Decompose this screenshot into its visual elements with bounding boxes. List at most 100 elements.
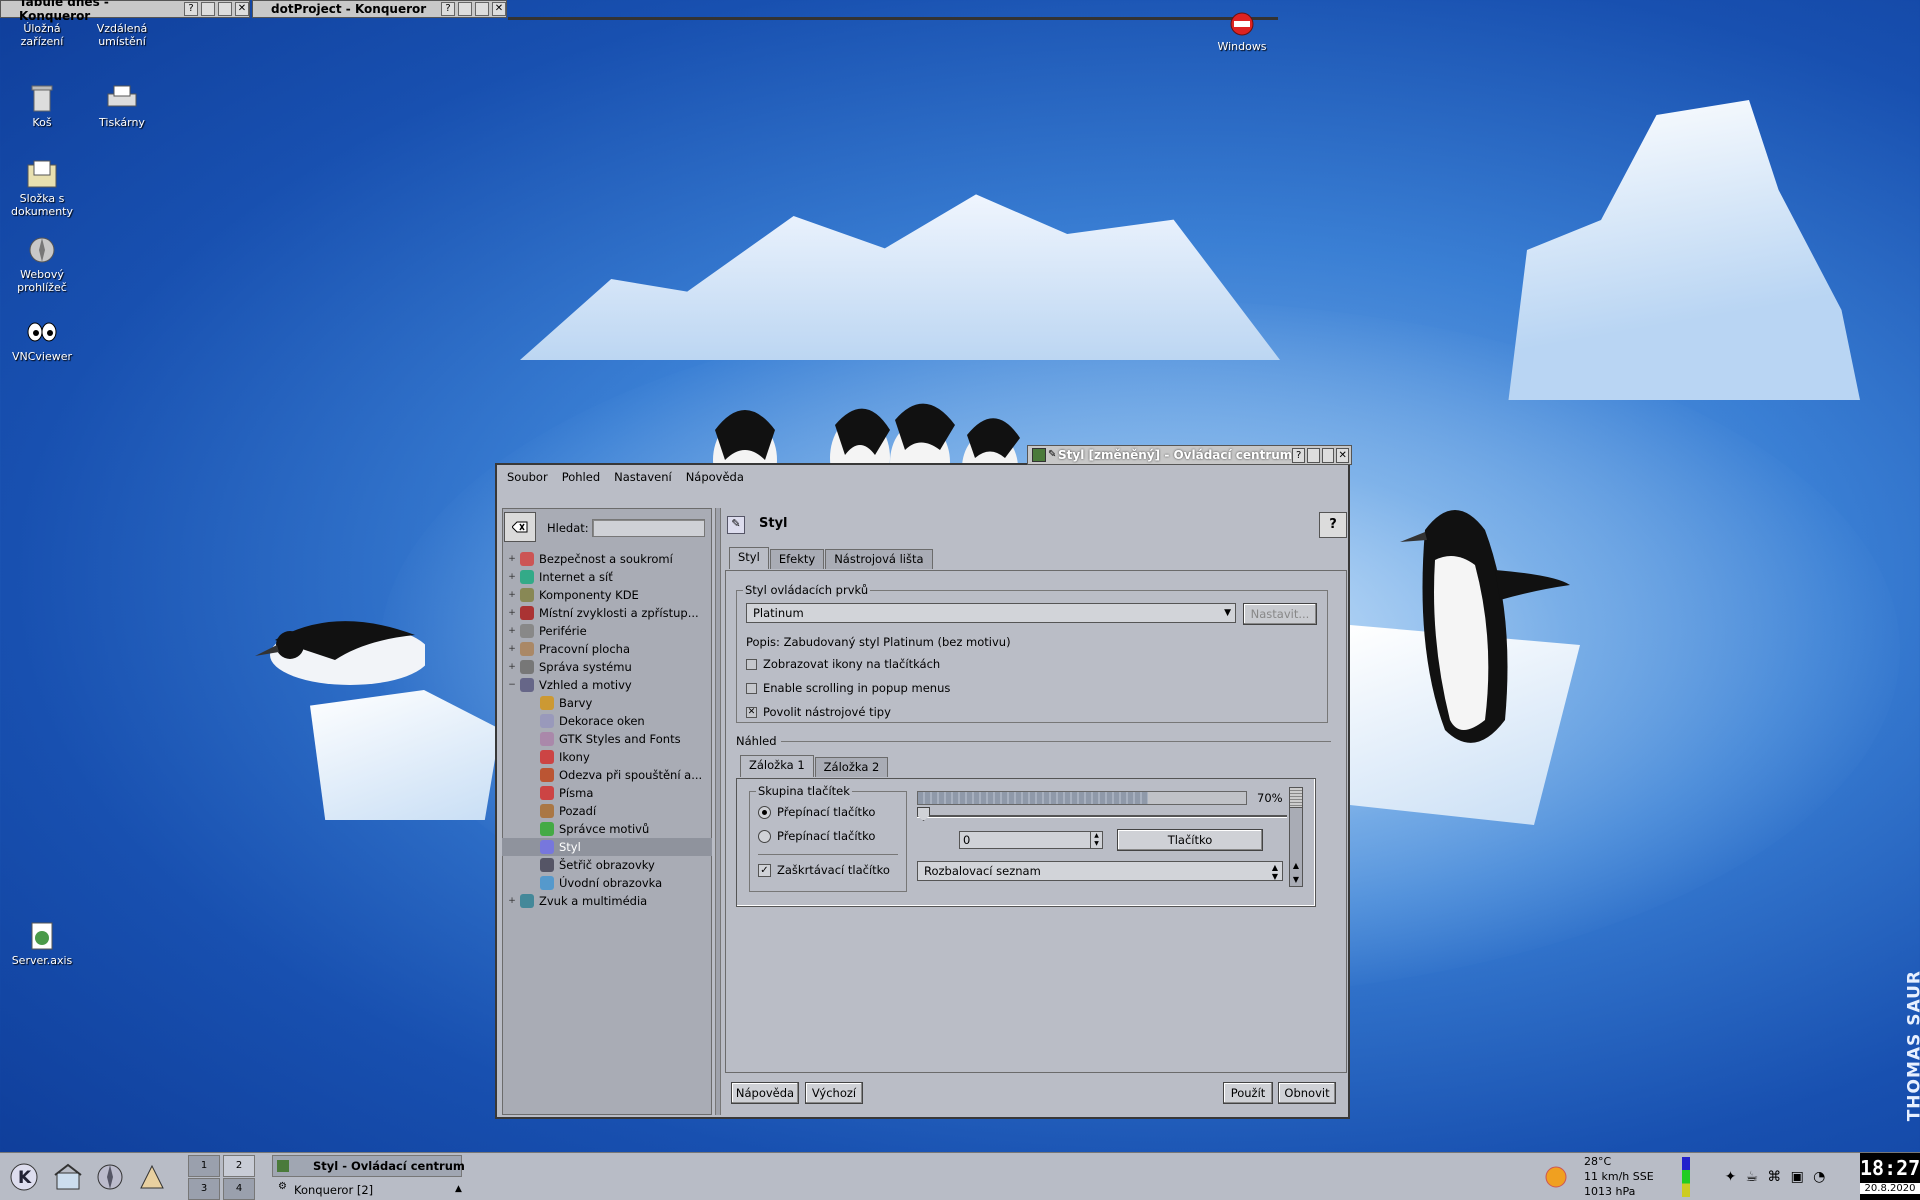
checkbox-tooltips[interactable]: ✕ Povolit nástrojové tipy (746, 705, 891, 719)
slider-track[interactable] (917, 815, 1287, 818)
preview-combo[interactable]: Rozbalovací seznam ▲ ▼ (917, 861, 1283, 881)
tab-nastrojova-lista[interactable]: Nástrojová lišta (825, 549, 933, 569)
preview-tab-1[interactable]: Záložka 1 (740, 755, 814, 777)
preview-scrollbar[interactable]: ▲ ▼ (1289, 787, 1303, 887)
preview-push-button[interactable]: Tlačítko (1117, 829, 1263, 851)
desktop-icon-storage[interactable]: Úložná zařízení (0, 10, 84, 48)
apply-button[interactable]: Použít (1223, 1082, 1273, 1104)
chevron-up-icon[interactable]: ▲ (455, 1184, 462, 1194)
tree-item[interactable]: Správce motivů (502, 820, 712, 838)
configure-style-button[interactable]: Nastavit... (1243, 603, 1317, 625)
desktop-icon-printers[interactable]: Tiskárny (80, 82, 164, 129)
help-icon[interactable]: ? (1292, 447, 1305, 463)
tree-item[interactable]: + Místní zvyklosti a zpřístup... (502, 604, 712, 622)
maximize-icon[interactable] (475, 2, 489, 16)
desktop-icon-remote[interactable]: Vzdálená umístění (80, 10, 164, 48)
preview-checkbox[interactable]: ✓ Zaškrtávací tlačítko (758, 863, 890, 877)
radio-1[interactable]: Přepínací tlačítko (758, 805, 875, 819)
expand-icon[interactable]: − (507, 680, 517, 690)
tree-item[interactable]: Šetřič obrazovky (502, 856, 712, 874)
menu-pohled[interactable]: Pohled (555, 470, 607, 484)
expand-icon[interactable]: + (507, 644, 517, 654)
defaults-button[interactable]: Výchozí (805, 1082, 863, 1104)
tray-star-icon[interactable]: ✦ (1725, 1169, 1737, 1185)
pin-icon[interactable]: ✎ (1048, 449, 1056, 460)
checkbox-box[interactable] (746, 682, 757, 694)
checkbox-box[interactable]: ✕ (746, 706, 757, 718)
tree-item[interactable]: Styl (502, 838, 712, 856)
help-icon[interactable]: ? (184, 2, 198, 16)
checkbox-box[interactable]: ✓ (758, 863, 771, 877)
checkbox-scroll-popup[interactable]: Enable scrolling in popup menus (746, 681, 950, 695)
tree-item[interactable]: − Vzhled a motivy (502, 676, 712, 694)
desktop-icon-server[interactable]: Server.axis (0, 920, 84, 967)
radio-indicator[interactable] (758, 805, 771, 819)
reset-button[interactable]: Obnovit (1278, 1082, 1336, 1104)
close-icon[interactable]: ✕ (1336, 447, 1349, 463)
checkbox-box[interactable] (746, 658, 757, 670)
task-konqueror[interactable]: ⚙ Konqueror [2] ▲ (272, 1178, 462, 1200)
spin-box[interactable]: 0 ▲ ▼ (959, 831, 1103, 849)
desktop-1[interactable]: 1 (188, 1155, 220, 1177)
clear-search-button[interactable] (504, 512, 536, 542)
tree-item[interactable]: Písma (502, 784, 712, 802)
desktop-3[interactable]: 3 (188, 1178, 220, 1200)
search-input[interactable] (592, 519, 705, 537)
tray-network-icon[interactable]: ⌘ (1767, 1169, 1781, 1185)
close-icon[interactable]: ✕ (492, 2, 506, 16)
maximize-icon[interactable] (1321, 447, 1335, 463)
tab-efekty[interactable]: Efekty (769, 549, 825, 569)
maximize-icon[interactable] (218, 2, 232, 16)
tree-item[interactable]: + Pracovní plocha (502, 640, 712, 658)
radio-indicator[interactable] (758, 829, 771, 843)
preview-tab-2[interactable]: Záložka 2 (814, 757, 889, 777)
help-text-button[interactable]: Nápověda (731, 1082, 799, 1104)
expand-icon[interactable]: + (507, 554, 517, 564)
desktop-2[interactable]: 2 (223, 1155, 255, 1177)
tree-item[interactable]: + Periférie (502, 622, 712, 640)
minimize-icon[interactable] (201, 2, 215, 16)
tray-teapot-icon[interactable]: ☕ (1746, 1169, 1759, 1185)
style-select[interactable]: Platinum ▼ (746, 603, 1236, 623)
expand-icon[interactable]: + (507, 662, 517, 672)
tree-item[interactable]: + Bezpečnost a soukromí (502, 550, 712, 568)
tray-update-icon[interactable]: ◔ (1813, 1169, 1825, 1185)
desktop-icon-trash[interactable]: Koš (0, 82, 84, 129)
scroll-down-icon[interactable]: ▼ (1290, 875, 1302, 884)
desktop-icon-vnc[interactable]: VNCviewer (0, 316, 84, 363)
clock[interactable]: 18:27 20.8.2020 (1860, 1153, 1920, 1200)
scrollbar-thumb[interactable] (1290, 788, 1302, 808)
menu-napoveda[interactable]: Nápověda (679, 470, 751, 484)
radio-2[interactable]: Přepínací tlačítko (758, 829, 875, 843)
splitter-handle[interactable] (715, 508, 721, 1115)
task-control-center[interactable]: Styl - Ovládací centrum (272, 1155, 465, 1177)
minimize-icon[interactable] (1306, 447, 1320, 463)
expand-icon[interactable]: + (507, 590, 517, 600)
window-titlebar[interactable]: ✎ Styl [změněný] - Ovládací centrum ? ✕ (1027, 445, 1352, 465)
tree-item[interactable]: + Správa systému (502, 658, 712, 676)
tree-item[interactable]: Dekorace oken (502, 712, 712, 730)
scroll-up-icon[interactable]: ▲ (1290, 861, 1302, 870)
expand-icon[interactable]: + (507, 626, 517, 636)
tree-item[interactable]: + Komponenty KDE (502, 586, 712, 604)
slider-handle[interactable] (917, 807, 930, 821)
desktop-4[interactable]: 4 (223, 1178, 255, 1200)
expand-icon[interactable]: + (507, 608, 517, 618)
window-tab-dotproject[interactable]: dotProject - Konqueror ? ✕ (252, 0, 507, 18)
tree-item[interactable]: Odezva při spouštění a... (502, 766, 712, 784)
help-icon[interactable]: ? (441, 2, 455, 16)
minimize-icon[interactable] (458, 2, 472, 16)
tree-item[interactable]: Ikony (502, 748, 712, 766)
tree-item[interactable]: Úvodní obrazovka (502, 874, 712, 892)
tree-item[interactable]: Pozadí (502, 802, 712, 820)
desktop-icon-windows[interactable]: Windows (1200, 10, 1284, 53)
tree-item[interactable]: Barvy (502, 694, 712, 712)
tree-item[interactable]: + Internet a síť (502, 568, 712, 586)
menu-nastaveni[interactable]: Nastavení (607, 470, 679, 484)
browser-icon[interactable] (92, 1159, 128, 1195)
konqueror-icon[interactable] (134, 1159, 170, 1195)
close-icon[interactable]: ✕ (235, 2, 249, 16)
tree-item[interactable]: + Zvuk a multimédia (502, 892, 712, 910)
spin-arrows-icon[interactable]: ▲ ▼ (1090, 832, 1102, 848)
desktop-icon-documents[interactable]: Složka s dokumenty (0, 158, 84, 218)
